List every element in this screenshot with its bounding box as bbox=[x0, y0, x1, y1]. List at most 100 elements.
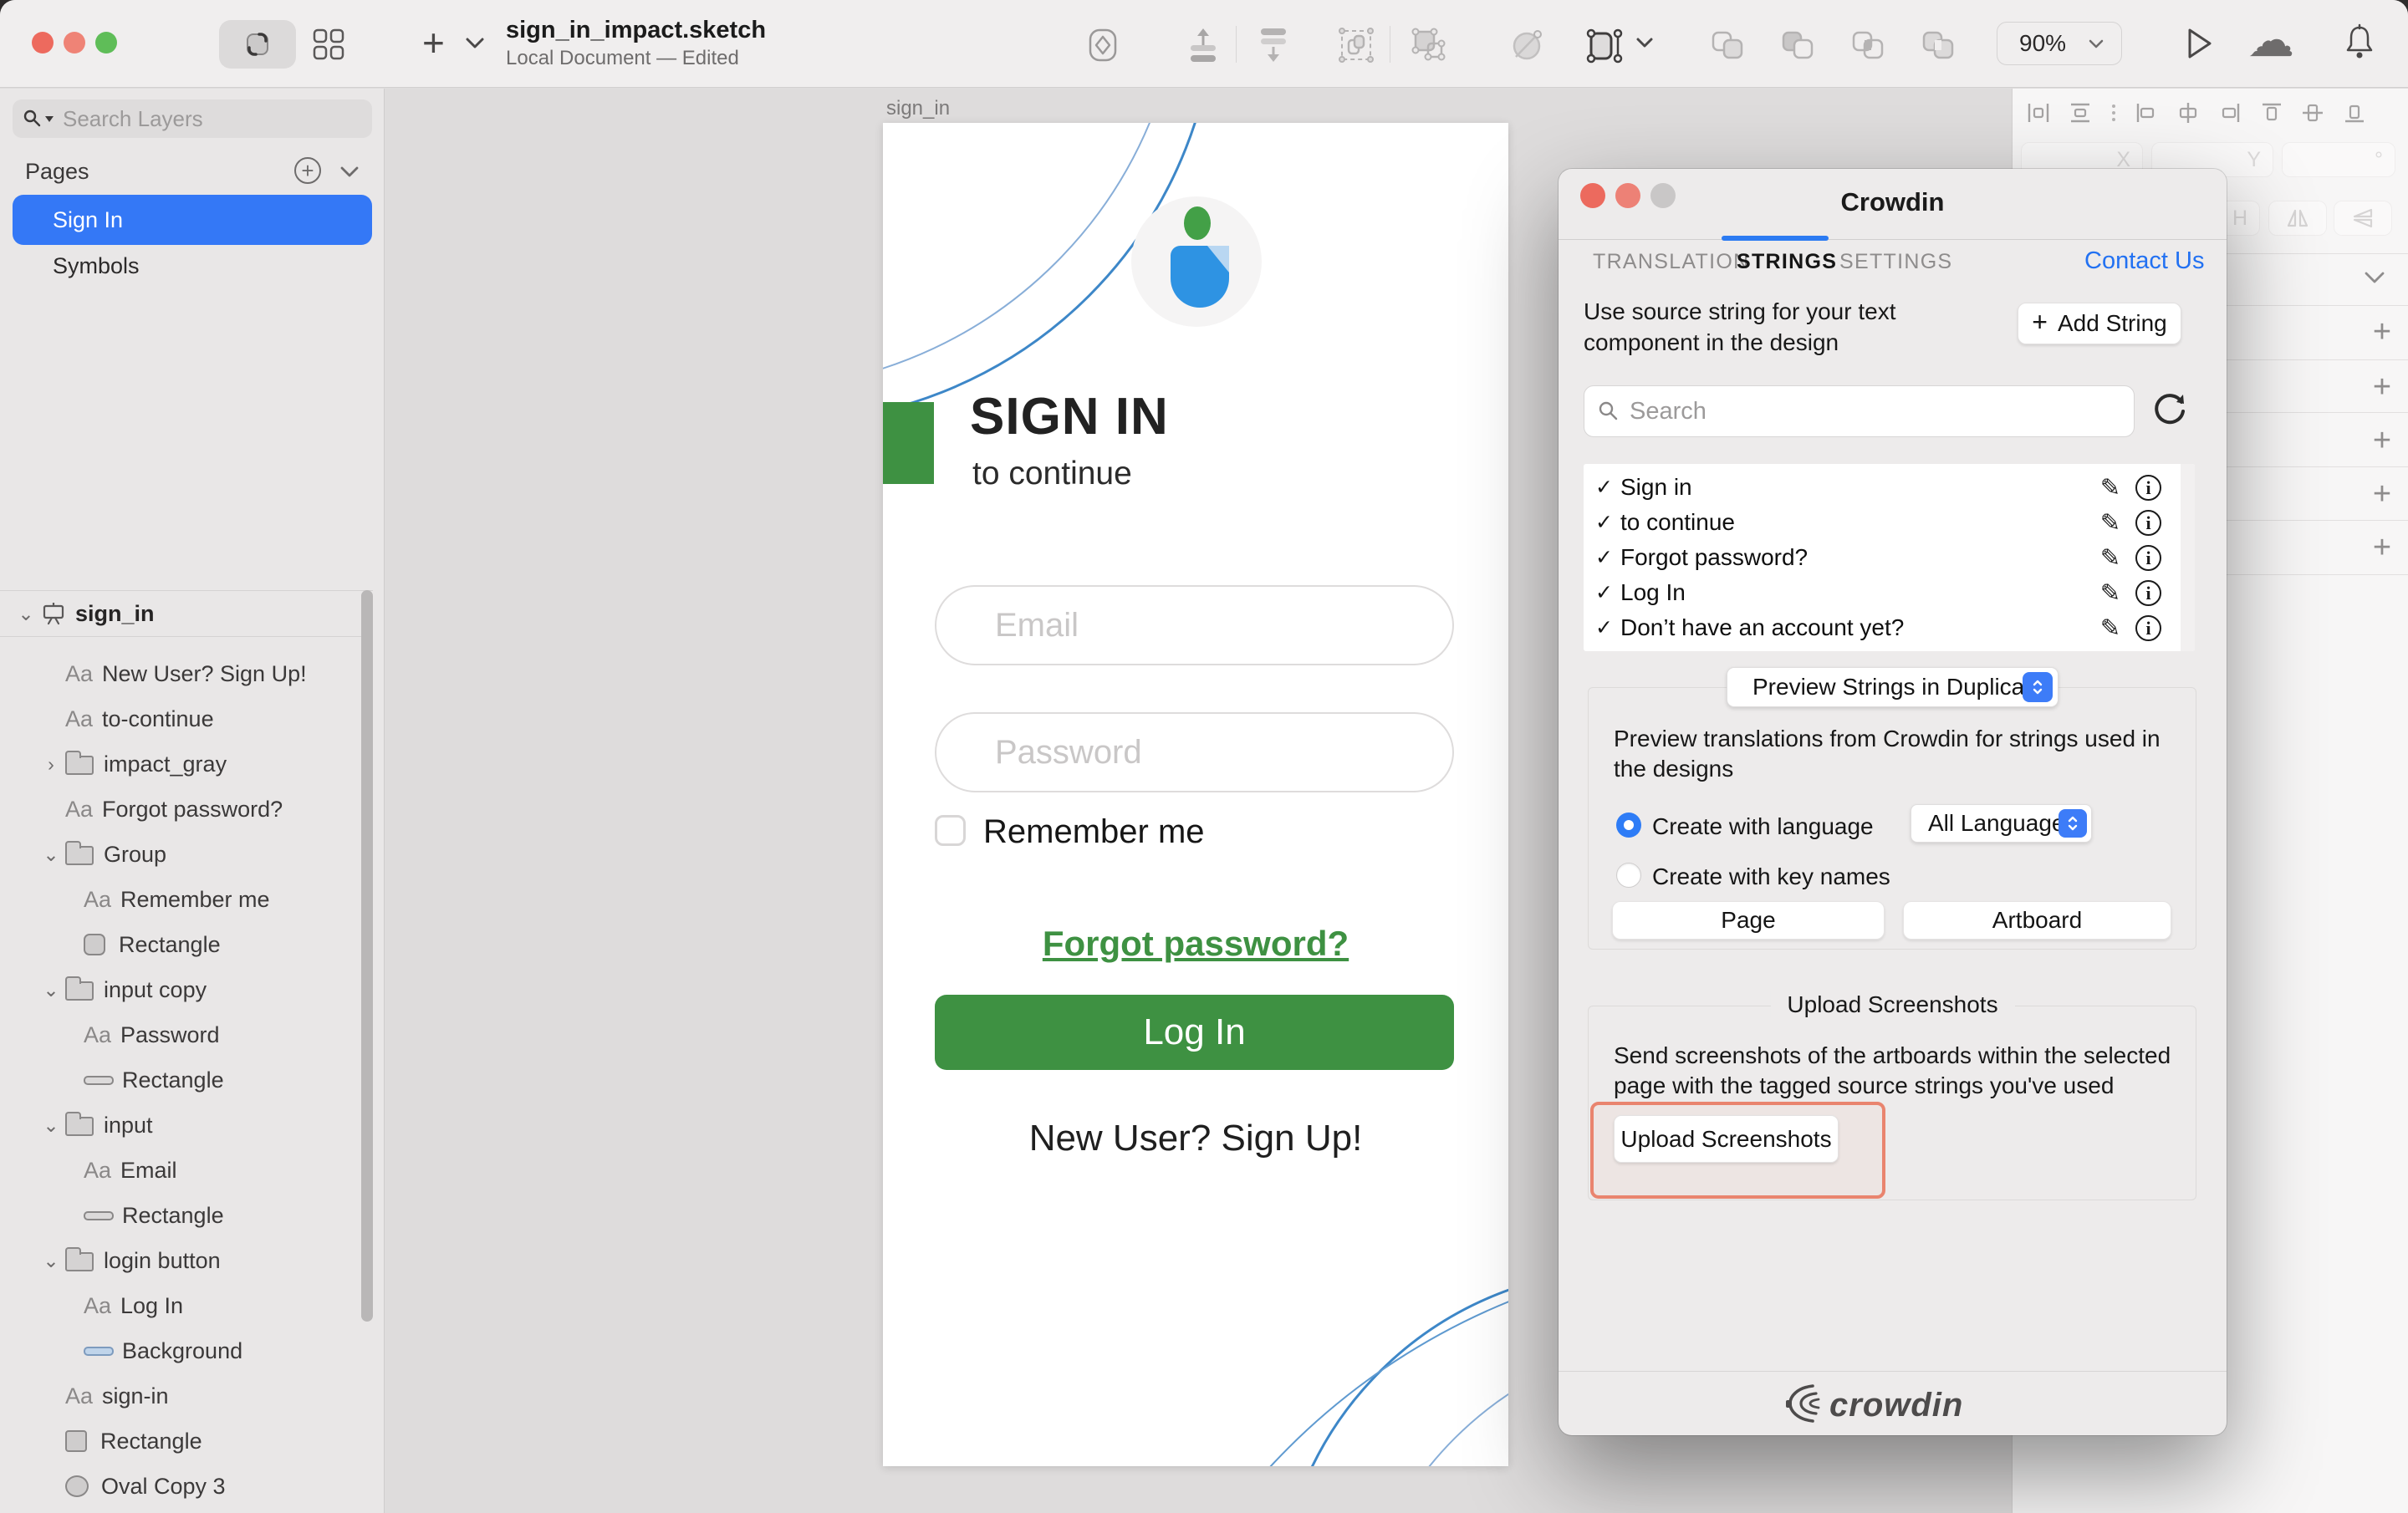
align-right-icon[interactable] bbox=[2217, 100, 2242, 125]
section-collapse-chevron-icon[interactable] bbox=[2364, 271, 2385, 284]
dialog-titlebar[interactable]: Crowdin bbox=[1559, 169, 2227, 240]
layer-row[interactable]: ›impact_gray bbox=[0, 741, 368, 787]
info-icon[interactable]: i bbox=[2135, 580, 2161, 606]
refresh-icon[interactable] bbox=[2149, 388, 2191, 430]
align-middle-vertical-icon[interactable] bbox=[2300, 100, 2325, 125]
edit-pencil-icon[interactable]: ✎ bbox=[2100, 543, 2120, 573]
layer-row[interactable]: AaEmail bbox=[0, 1148, 368, 1193]
sign-in-artboard[interactable]: SIGN IN to continue Email Password Remem… bbox=[883, 123, 1508, 1466]
info-icon[interactable]: i bbox=[2135, 510, 2161, 536]
add-page-button[interactable]: + bbox=[294, 157, 321, 184]
layer-row[interactable]: Rectangle bbox=[0, 922, 368, 967]
layer-row[interactable]: ⌄input bbox=[0, 1103, 368, 1148]
sidebar-page-symbols[interactable]: Symbols bbox=[53, 253, 140, 279]
ungroup-icon[interactable] bbox=[1408, 25, 1448, 65]
string-row[interactable]: ✓Sign in✎i bbox=[1584, 470, 2195, 505]
add-style-button[interactable]: + bbox=[2365, 314, 2399, 350]
search-layers-field[interactable] bbox=[13, 99, 372, 138]
resize-chevron-icon[interactable] bbox=[1635, 37, 1654, 49]
string-search-input[interactable] bbox=[1630, 398, 2098, 425]
layer-row[interactable]: Rectangle bbox=[0, 1419, 368, 1464]
boolean-intersect-icon[interactable] bbox=[1849, 28, 1888, 64]
list-scrollbar-track[interactable] bbox=[2181, 464, 2195, 651]
string-row[interactable]: ✓Log In✎i bbox=[1584, 575, 2195, 610]
boolean-union-icon[interactable] bbox=[1709, 28, 1747, 64]
layer-row[interactable]: Rectangle bbox=[0, 1193, 368, 1238]
password-field[interactable]: Password bbox=[935, 712, 1454, 792]
edit-pencil-icon[interactable]: ✎ bbox=[2100, 578, 2120, 608]
layer-row[interactable]: AaLog In bbox=[0, 1283, 368, 1328]
string-row[interactable]: ✓Don’t have an account yet?✎i bbox=[1584, 610, 2195, 645]
layer-row[interactable]: Aato-continue bbox=[0, 696, 368, 741]
chevron-down-icon[interactable]: ⌄ bbox=[37, 1114, 65, 1137]
tab-settings[interactable]: SETTINGS bbox=[1839, 250, 1952, 274]
layer-row[interactable]: AaNew User? Sign Up! bbox=[0, 651, 368, 696]
email-field[interactable]: Email bbox=[935, 585, 1454, 665]
align-left-icon[interactable] bbox=[2134, 100, 2159, 125]
add-string-button[interactable]: + Add String bbox=[2018, 303, 2181, 344]
dropdown-stepper-icon[interactable] bbox=[2023, 672, 2053, 702]
chevron-right-icon[interactable]: › bbox=[37, 753, 65, 776]
info-icon[interactable]: i bbox=[2135, 475, 2161, 501]
remember-me-checkbox[interactable] bbox=[935, 815, 966, 846]
preview-strings-dropdown[interactable]: Preview Strings in Duplicate bbox=[1727, 667, 2059, 707]
rotate-icon[interactable] bbox=[1507, 25, 1547, 65]
flip-horizontal-button[interactable] bbox=[2268, 201, 2327, 236]
align-center-horizontal-icon[interactable] bbox=[2176, 100, 2201, 125]
layer-row[interactable]: ⌄login button bbox=[0, 1238, 368, 1283]
pages-collapse-chevron-icon[interactable] bbox=[339, 166, 360, 178]
upload-screenshots-button[interactable]: Upload Screenshots bbox=[1614, 1115, 1839, 1163]
resize-icon[interactable] bbox=[1583, 25, 1626, 67]
layer-row[interactable]: ⌄input copy bbox=[0, 967, 368, 1012]
distribute-vertically-icon[interactable] bbox=[2068, 100, 2093, 125]
log-in-button[interactable]: Log In bbox=[935, 995, 1454, 1070]
preview-play-icon[interactable] bbox=[2181, 25, 2217, 62]
layer-row[interactable]: Oval Copy 3 bbox=[0, 1464, 368, 1509]
edit-pencil-icon[interactable]: ✎ bbox=[2100, 614, 2120, 643]
layer-row[interactable]: AaForgot password? bbox=[0, 787, 368, 832]
layer-row[interactable]: AaRemember me bbox=[0, 877, 368, 922]
chevron-down-icon[interactable]: ⌄ bbox=[37, 979, 65, 1001]
insert-chevron-icon[interactable] bbox=[465, 37, 485, 50]
dropdown-stepper-icon[interactable] bbox=[2059, 809, 2087, 838]
artboard-button[interactable]: Artboard bbox=[1903, 901, 2171, 940]
grid-view-toggle[interactable] bbox=[311, 27, 346, 66]
layer-row[interactable]: Aasign-in bbox=[0, 1373, 368, 1419]
layer-row[interactable]: Rectangle bbox=[0, 1057, 368, 1103]
edit-pencil-icon[interactable]: ✎ bbox=[2100, 508, 2120, 537]
search-layers-input[interactable] bbox=[63, 106, 330, 132]
add-style-button[interactable]: + bbox=[2365, 423, 2399, 459]
zoom-dropdown[interactable]: 90% bbox=[1997, 22, 2122, 65]
layer-row[interactable]: AaPassword bbox=[0, 1012, 368, 1057]
flip-vertical-button[interactable] bbox=[2334, 201, 2392, 236]
send-backward-icon[interactable] bbox=[1254, 25, 1293, 65]
tab-translation[interactable]: TRANSLATION bbox=[1593, 250, 1749, 274]
create-with-language-radio[interactable] bbox=[1616, 813, 1641, 838]
align-top-icon[interactable] bbox=[2259, 100, 2284, 125]
info-icon[interactable]: i bbox=[2135, 615, 2161, 641]
sidebar-page-sign-in[interactable]: Sign In bbox=[13, 195, 372, 245]
edit-pencil-icon[interactable]: ✎ bbox=[2100, 473, 2120, 502]
cloud-sync-icon[interactable]: ☁ bbox=[2247, 15, 2294, 65]
chevron-down-icon[interactable]: ⌄ bbox=[37, 1250, 65, 1272]
artboard-title[interactable]: sign_in bbox=[886, 97, 950, 120]
zoom-window-button[interactable] bbox=[95, 32, 117, 53]
boolean-difference-icon[interactable] bbox=[1920, 28, 1958, 64]
string-search-field[interactable] bbox=[1584, 385, 2135, 437]
notifications-bell-icon[interactable] bbox=[2341, 22, 2378, 64]
add-style-button[interactable]: + bbox=[2365, 530, 2399, 566]
tab-strings[interactable]: STRINGS bbox=[1737, 250, 1837, 274]
boolean-subtract-icon[interactable] bbox=[1779, 28, 1818, 64]
distribute-horizontally-icon[interactable] bbox=[2026, 100, 2051, 125]
bring-forward-icon[interactable] bbox=[1184, 25, 1222, 65]
create-symbol-icon[interactable] bbox=[1084, 25, 1122, 65]
insert-button[interactable]: + bbox=[422, 20, 445, 65]
rotation-field[interactable]: ° bbox=[2282, 142, 2395, 177]
layer-row[interactable]: ⌄Group bbox=[0, 832, 368, 877]
all-languages-dropdown[interactable]: All Languages bbox=[1911, 804, 2092, 843]
sign-up-text[interactable]: New User? Sign Up! bbox=[883, 1118, 1508, 1159]
chevron-down-icon[interactable]: ⌄ bbox=[12, 603, 40, 625]
info-icon[interactable]: i bbox=[2135, 545, 2161, 571]
string-row[interactable]: ✓to continue✎i bbox=[1584, 505, 2195, 540]
add-style-button[interactable]: + bbox=[2365, 369, 2399, 405]
